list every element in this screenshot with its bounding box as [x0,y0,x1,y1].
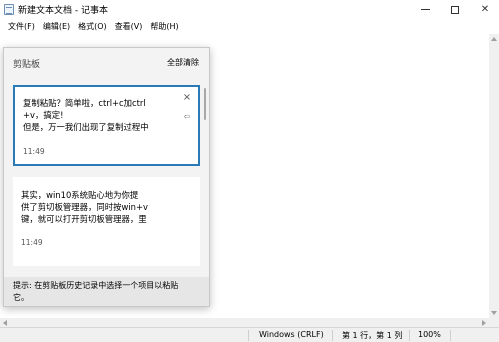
pin-icon[interactable]: ⇦ [182,113,192,121]
clipboard-item-line: 其实，win10系统贴心地为你提 [21,190,139,200]
menu-view[interactable]: 查看(V) [111,21,147,32]
minimize-icon [420,9,430,10]
clipboard-item-line: 但是，万一我们出现了复制过程中 [23,122,149,132]
status-divider [332,330,333,341]
menu-edit[interactable]: 编辑(E) [39,21,74,32]
menu-format[interactable]: 格式(O) [74,21,111,32]
scroll-left-icon[interactable] [3,320,7,326]
status-bar: Windows (CRLF) 第 1 行，第 1 列 100% [0,327,499,342]
zoom-status: 100% [418,330,441,339]
minimize-button[interactable] [410,0,440,19]
cursor-position-status: 第 1 行，第 1 列 [342,331,403,340]
maximize-button[interactable] [440,0,470,19]
clipboard-footer: 提示: 在剪贴板历史记录中选择一个项目以粘贴它。 [4,277,209,306]
notepad-icon [4,4,14,15]
clear-all-button[interactable]: 全部清除 [167,57,199,68]
clipboard-item[interactable]: 其实，win10系统贴心地为你提 供了剪切板管理器，同时按win+v 键，就可以… [13,177,200,266]
clipboard-title: 剪贴板 [13,60,41,70]
horizontal-scrollbar[interactable] [0,318,489,327]
scroll-down-icon[interactable] [491,311,497,315]
scroll-right-icon[interactable] [482,320,486,326]
clipboard-history-panel: 剪贴板 全部清除 复制粘贴？简单啦，ctrl+c加ctrl +v，搞定! 但是，… [3,47,210,307]
clipboard-scrollbar[interactable] [204,88,206,120]
clipboard-item-line: 复制粘贴？简单啦，ctrl+c加ctrl [23,98,146,108]
vertical-scrollbar[interactable] [489,34,499,318]
clipboard-item-time: 11:49 [23,147,45,156]
clipboard-item-time: 11:49 [21,238,43,247]
status-divider [450,330,451,341]
line-ending-status: Windows (CRLF) [259,330,324,339]
clipboard-item-line: 供了剪切板管理器，同时按win+v [21,202,148,212]
status-divider [409,330,410,341]
maximize-icon [451,5,459,14]
menu-bar: 文件(F) 编辑(E) 格式(O) 查看(V) 帮助(H) [0,19,499,34]
scrollbar-corner [489,318,499,327]
clipboard-item-text: 其实，win10系统贴心地为你提 供了剪切板管理器，同时按win+v 键，就可以… [21,189,148,225]
clipboard-item-text: 复制粘贴？简单啦，ctrl+c加ctrl +v，搞定! 但是，万一我们出现了复制… [23,97,149,133]
clipboard-item[interactable]: 复制粘贴？简单啦，ctrl+c加ctrl +v，搞定! 但是，万一我们出现了复制… [13,85,200,166]
close-icon[interactable]: × [182,93,192,103]
clipboard-tip: 提示: 在剪贴板历史记录中选择一个项目以粘贴它。 [13,281,179,302]
status-divider [248,330,249,341]
title-bar: 新建文本文档 - 记事本 ✕ [0,0,499,19]
close-icon: ✕ [480,4,490,15]
window-title: 新建文本文档 - 记事本 [18,6,108,16]
scroll-up-icon[interactable] [491,37,497,41]
close-button[interactable]: ✕ [470,0,499,19]
clipboard-item-line: +v，搞定! [23,110,64,120]
menu-file[interactable]: 文件(F) [4,21,39,32]
clipboard-item-line: 键，就可以打开剪切板管理器，里 [21,214,147,224]
menu-help[interactable]: 帮助(H) [146,21,182,32]
clipboard-header: 剪贴板 全部清除 [4,48,209,76]
